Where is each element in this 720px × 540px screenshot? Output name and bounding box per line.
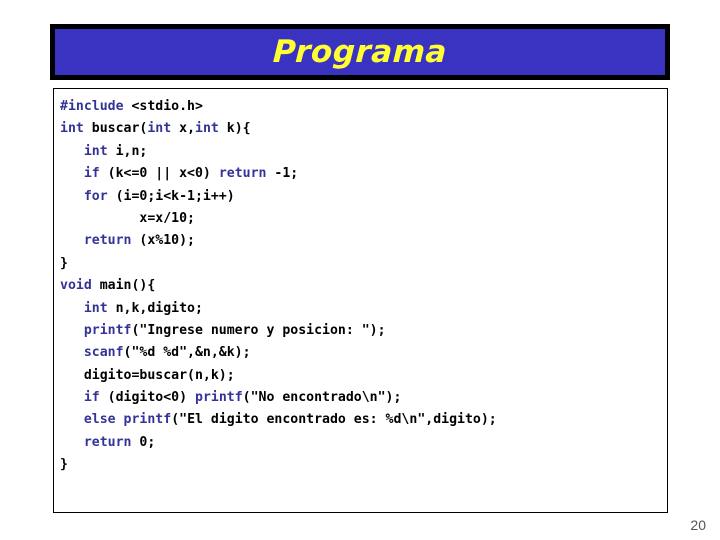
code-keyword: int [83, 143, 108, 159]
code-text: ("No encontrado\n"); [242, 390, 402, 406]
code-line: void main(){ [60, 275, 661, 297]
code-line: for (i=0;i<k-1;i++) [60, 186, 661, 208]
code-line: scanf("%d %d",&n,&k); [60, 342, 661, 364]
code-keyword: else [83, 412, 116, 428]
code-keyword: int [60, 121, 84, 137]
code-text: 0; [131, 434, 156, 450]
code-keyword: int [195, 121, 219, 137]
code-text: } [60, 255, 68, 271]
code-line: x=x/10; [60, 208, 661, 230]
code-keyword: if [83, 390, 100, 406]
code-text: -1; [266, 166, 299, 182]
code-line: #include <stdio.h> [60, 96, 661, 118]
code-text: digito=buscar(n,k); [83, 367, 235, 383]
code-text: x=x/10; [139, 210, 195, 226]
code-text: ("%d %d",&n,&k); [123, 345, 251, 361]
code-line: return (x%10); [60, 230, 661, 252]
code-line: else printf("El digito encontrado es: %d… [60, 409, 661, 431]
code-text: } [60, 457, 68, 473]
code-text: buscar( [83, 121, 148, 137]
code-line: } [60, 253, 661, 275]
code-line: int i,n; [60, 141, 661, 163]
code-keyword: printf [83, 322, 132, 338]
code-line: int buscar(int x,int k){ [60, 118, 661, 140]
code-keyword: #include [60, 99, 124, 114]
code-keyword: void [60, 278, 92, 294]
code-line: printf("Ingrese numero y posicion: "); [60, 320, 661, 342]
code-keyword: printf [195, 390, 243, 406]
code-keyword: for [83, 188, 108, 204]
slide: Programa #include <stdio.h> int buscar(in… [0, 0, 720, 540]
code-keyword: if [83, 166, 100, 182]
code-text: i,n; [107, 143, 148, 159]
page-number: 20 [690, 517, 706, 533]
code-text: x, [171, 121, 196, 137]
code-text: ("Ingrese numero y posicion: "); [131, 322, 386, 338]
code-listing: #include <stdio.h> int buscar(int x,int k… [54, 96, 667, 477]
code-text: (x%10); [131, 233, 195, 249]
code-keyword: int [147, 121, 172, 137]
code-line: return 0; [60, 432, 661, 454]
code-text: n,k,digito; [107, 300, 203, 316]
code-line: if (k<=0 || x<0) return -1; [60, 163, 661, 185]
code-listing-box: #include <stdio.h> int buscar(int x,int k… [53, 88, 668, 513]
code-text: main(){ [91, 278, 156, 294]
code-keyword: return [83, 233, 132, 249]
code-line: digito=buscar(n,k); [60, 365, 661, 387]
code-keyword: printf [123, 412, 172, 428]
page-title: Programa [272, 33, 448, 70]
code-line: if (digito<0) printf("No encontrado\n"); [60, 387, 661, 409]
code-text: (i=0;i<k-1;i++) [107, 188, 235, 204]
code-text: (k<=0 || x<0) [99, 166, 219, 182]
code-keyword: int [83, 300, 108, 316]
slide-title-bar: Programa [50, 24, 670, 80]
code-text: <stdio.h> [123, 99, 203, 114]
code-line: int n,k,digito; [60, 298, 661, 320]
code-keyword: return [83, 434, 132, 450]
code-keyword: return [218, 166, 267, 182]
code-line: } [60, 454, 661, 476]
code-text: k){ [218, 121, 251, 137]
code-keyword: scanf [83, 345, 124, 361]
code-text: (digito<0) [99, 390, 195, 406]
code-text: ("El digito encontrado es: %d\n",digito)… [171, 412, 497, 428]
